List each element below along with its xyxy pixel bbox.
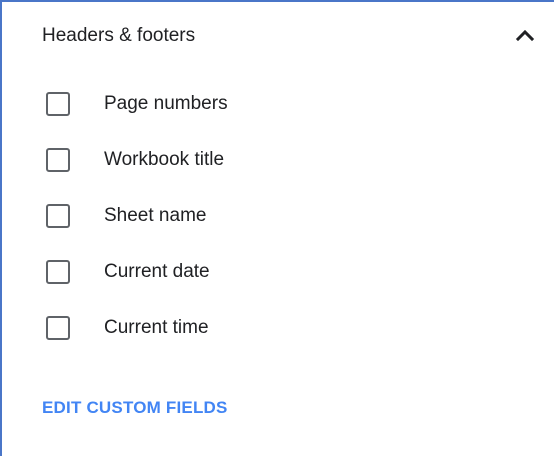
workbook-title-checkbox[interactable] bbox=[46, 148, 70, 172]
option-label: Page numbers bbox=[104, 93, 228, 114]
headers-footers-panel: Headers & footers Page numbers Workbook … bbox=[0, 0, 554, 456]
option-current-date[interactable]: Current date bbox=[42, 256, 362, 292]
current-date-checkbox[interactable] bbox=[46, 260, 70, 284]
option-label: Sheet name bbox=[104, 205, 207, 226]
sheet-name-checkbox[interactable] bbox=[46, 204, 70, 228]
collapse-toggle-button[interactable] bbox=[510, 22, 540, 50]
section-header: Headers & footers bbox=[2, 2, 554, 72]
section-title: Headers & footers bbox=[42, 25, 196, 46]
option-sheet-name[interactable]: Sheet name bbox=[42, 200, 362, 236]
option-page-numbers[interactable]: Page numbers bbox=[42, 88, 362, 124]
option-label: Current time bbox=[104, 317, 209, 338]
edit-custom-fields-link[interactable]: EDIT CUSTOM FIELDS bbox=[42, 397, 228, 419]
option-current-time[interactable]: Current time bbox=[42, 312, 362, 348]
chevron-up-icon bbox=[515, 29, 535, 42]
page-numbers-checkbox[interactable] bbox=[46, 92, 70, 116]
current-time-checkbox[interactable] bbox=[46, 316, 70, 340]
option-label: Current date bbox=[104, 261, 210, 282]
option-workbook-title[interactable]: Workbook title bbox=[42, 144, 362, 180]
option-label: Workbook title bbox=[104, 149, 225, 170]
